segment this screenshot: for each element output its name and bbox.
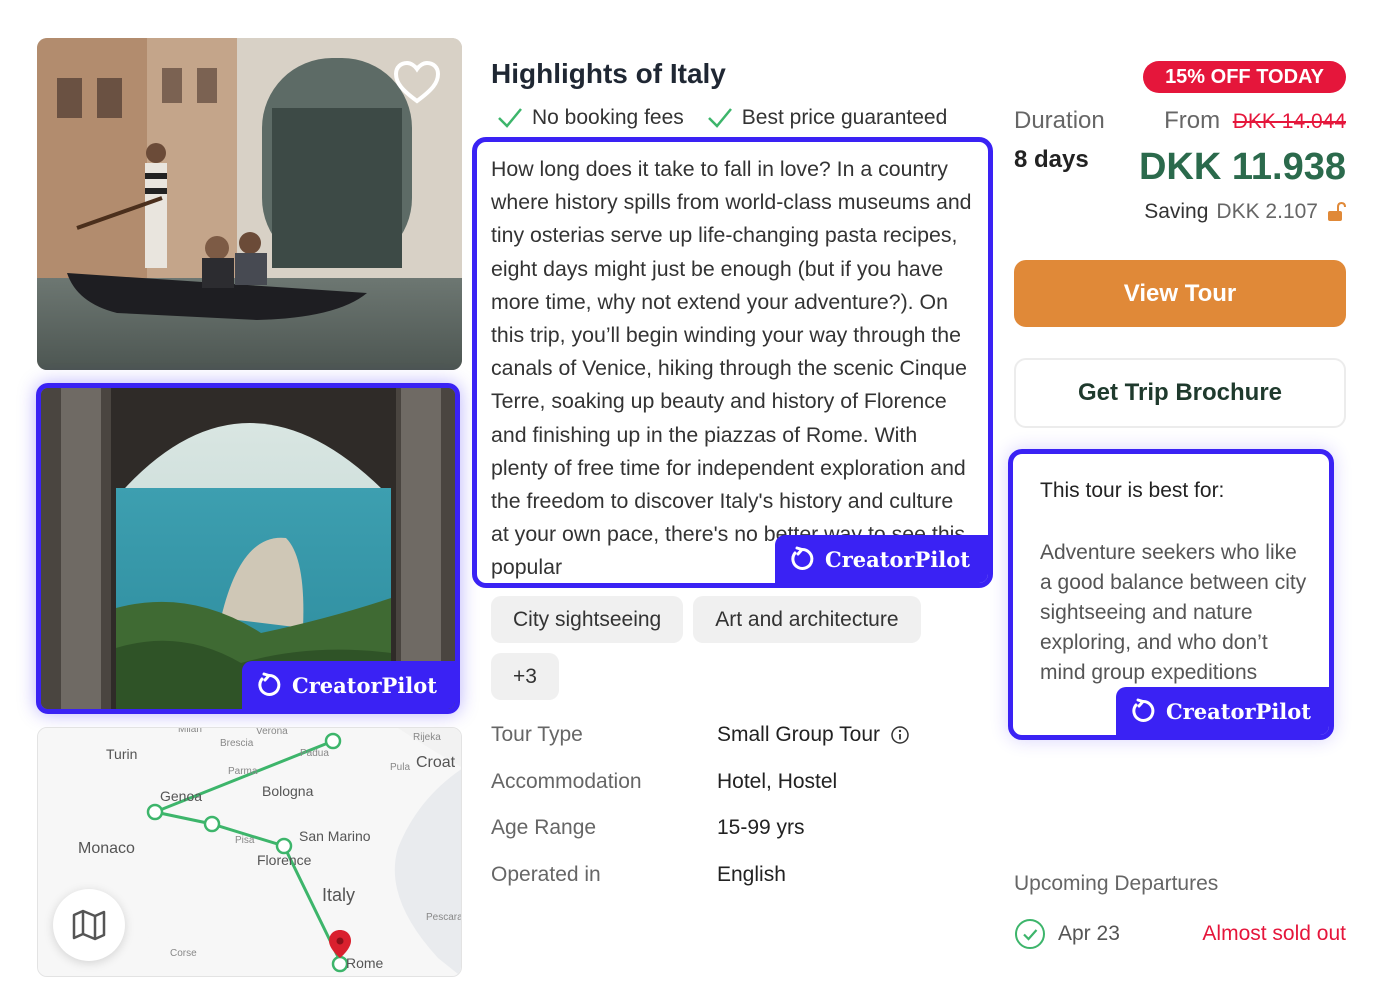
saving-label: Saving [1144, 200, 1209, 223]
map-label-turin: Turin [106, 746, 138, 762]
creatorpilot-label: CreatorPilot [1166, 698, 1311, 724]
tour-description: How long does it take to fall in love? I… [491, 157, 972, 580]
tour-tags: City sightseeing Art and architecture +3 [491, 596, 961, 700]
departure-date: Apr 23 [1058, 922, 1120, 945]
best-for-title: This tour is best for: [1040, 479, 1225, 502]
tour-info-table: Tour Type Small Group Tour Accommodation… [491, 712, 910, 898]
tag-city-sightseeing[interactable]: City sightseeing [491, 596, 684, 643]
info-row-operated-in: Operated in English [491, 852, 910, 899]
venice-gondola-photo[interactable] [37, 38, 462, 370]
creatorpilot-badge[interactable]: CreatorPilot [1116, 687, 1329, 735]
refresh-icon [1132, 698, 1155, 722]
get-brochure-button[interactable]: Get Trip Brochure [1014, 358, 1346, 428]
from-label: From [1164, 107, 1221, 134]
refresh-icon [791, 546, 814, 570]
map-label-bologna: Bologna [262, 783, 314, 799]
map-label-rijeka: Rijeka [413, 732, 441, 743]
map-label-italy: Italy [322, 885, 356, 905]
check-circle-icon [1015, 919, 1045, 949]
map-label-padua: Padua [300, 748, 329, 759]
map-label-san-marino: San Marino [299, 828, 371, 844]
departure-row[interactable]: Apr 23 Almost sold out [1014, 918, 1346, 950]
info-label: Age Range [491, 816, 597, 840]
perk-best-price: Best price guaranteed [706, 106, 947, 130]
info-label: Operated in [491, 862, 601, 886]
map-label-brescia: Brescia [220, 738, 254, 749]
map-label-milan: Milan [178, 727, 202, 735]
creatorpilot-badge[interactable]: CreatorPilot [775, 535, 988, 583]
best-for-text: Adventure seekers who like a good balanc… [1040, 541, 1307, 684]
creatorpilot-label: CreatorPilot [292, 672, 437, 698]
perks-row: No booking fees Best price guaranteed [496, 106, 947, 130]
info-row-tour-type: Tour Type Small Group Tour [491, 712, 910, 759]
current-price: DKK 11.938 [1138, 146, 1346, 188]
price-from: From DKK 14.044 [1164, 107, 1346, 135]
info-value-wrap: Small Group Tour [717, 723, 910, 747]
tour-description-box[interactable]: How long does it take to fall in love? I… [472, 137, 993, 588]
saving-amount: DKK 2.107 [1216, 200, 1318, 223]
view-tour-button[interactable]: View Tour [1014, 260, 1346, 327]
map-label-monaco: Monaco [78, 840, 135, 857]
map-label-corse: Corse [170, 948, 197, 959]
info-label: Tour Type [491, 723, 583, 747]
favorite-heart-button[interactable] [392, 58, 442, 108]
map-label-croat: Croat [416, 754, 456, 771]
best-for-box[interactable]: This tour is best for: Adventure seekers… [1008, 449, 1334, 740]
check-icon [498, 108, 522, 128]
perk-label: No booking fees [532, 106, 684, 129]
info-row-age-range: Age Range 15-99 yrs [491, 805, 910, 852]
open-map-button[interactable] [53, 889, 125, 961]
duration-value: 8 days [1014, 146, 1089, 173]
map-label-pescara: Pescara [426, 912, 462, 923]
info-value: 15-99 yrs [717, 816, 805, 840]
unlock-icon [1328, 201, 1346, 221]
creatorpilot-badge[interactable]: CreatorPilot [242, 661, 455, 709]
heart-icon [393, 60, 441, 104]
info-value: Hotel, Hostel [717, 769, 838, 793]
refresh-icon [258, 672, 281, 696]
perk-no-booking-fees: No booking fees [496, 106, 684, 130]
map-label-rome: Rome [346, 955, 384, 971]
old-price: DKK 14.044 [1232, 110, 1346, 133]
info-value: Small Group Tour [717, 723, 881, 747]
map-label-pula: Pula [390, 762, 411, 773]
map-label-genoa: Genoa [160, 788, 203, 804]
map-icon [72, 909, 106, 941]
check-icon [707, 108, 732, 128]
coastal-window-photo[interactable]: CreatorPilot [36, 383, 460, 714]
info-row-accommodation: Accommodation Hotel, Hostel [491, 759, 910, 806]
saving-row: Saving DKK 2.107 [1144, 200, 1346, 224]
info-icon[interactable] [890, 725, 910, 745]
perk-label: Best price guaranteed [741, 106, 948, 129]
tag-art-architecture[interactable]: Art and architecture [693, 596, 921, 643]
map-label-pisa: Pisa [235, 835, 255, 846]
creatorpilot-label: CreatorPilot [825, 546, 970, 572]
map-label-parma: Parma [228, 766, 258, 777]
info-value: English [717, 862, 786, 886]
map-label-florence: Florence [257, 852, 312, 868]
duration-label: Duration [1014, 107, 1105, 134]
departure-status: Almost sold out [1202, 922, 1346, 945]
route-map[interactable]: Milan Brescia Verona Padua Parma Pisa Ri… [37, 727, 462, 977]
info-label: Accommodation [491, 769, 642, 793]
tag-more[interactable]: +3 [491, 653, 559, 700]
map-label-verona: Verona [256, 727, 288, 737]
tour-title: Highlights of Italy [491, 58, 726, 89]
departures-label: Upcoming Departures [1014, 872, 1219, 895]
discount-badge: 15% OFF TODAY [1143, 61, 1346, 93]
